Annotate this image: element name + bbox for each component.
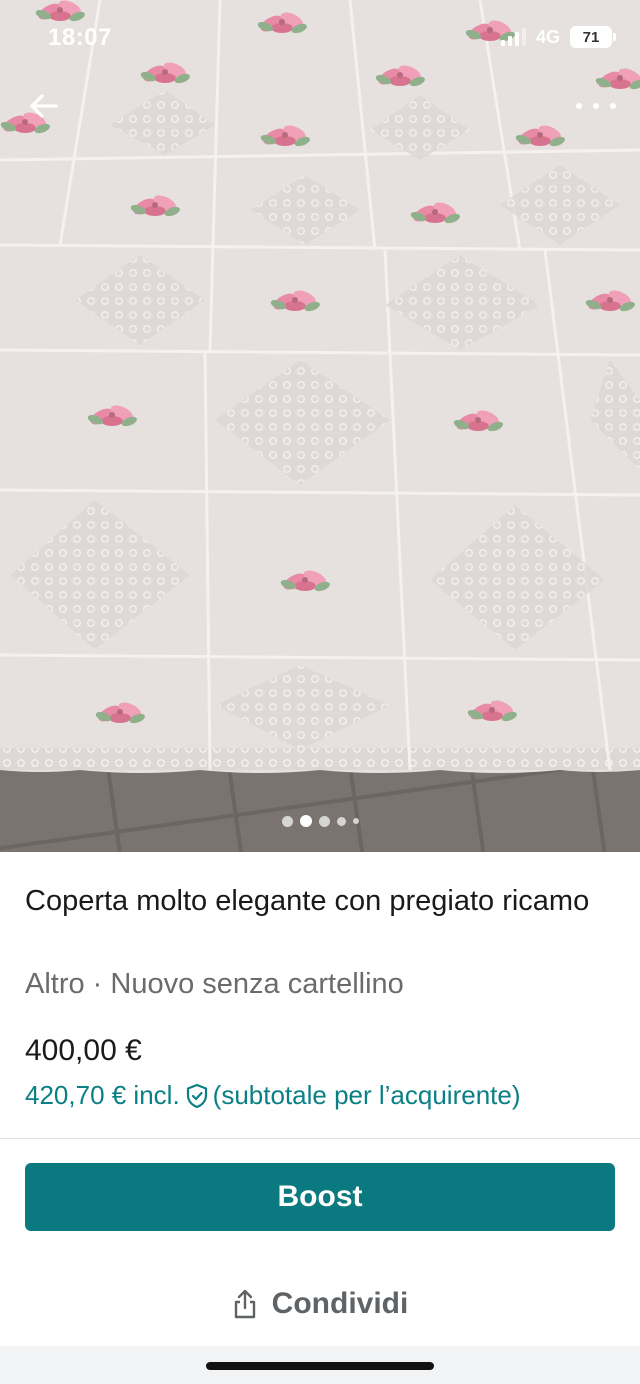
network-type: 4G	[535, 26, 560, 47]
battery-level: 71	[582, 28, 600, 46]
more-horizontal-icon[interactable]	[576, 94, 616, 118]
buyer-price[interactable]: 420,70 € incl. (subtotale per l’acquiren…	[25, 1080, 521, 1111]
buyer-price-value: 420,70 € incl.	[25, 1080, 180, 1110]
item-photo[interactable]	[0, 0, 640, 852]
home-indicator[interactable]	[206, 1362, 434, 1370]
status-indicators: 4G 71	[500, 26, 616, 48]
status-time: 18:07	[48, 24, 112, 51]
share-button[interactable]: Condividi	[0, 1276, 640, 1332]
item-title: Coperta molto elegante con pregiato rica…	[25, 885, 590, 917]
page-dot-active[interactable]	[299, 815, 312, 827]
gallery-pagination	[0, 815, 640, 827]
arrow-left-icon[interactable]	[26, 88, 62, 124]
item-price: 400,00 €	[25, 1034, 142, 1067]
page-dot[interactable]	[352, 818, 359, 824]
status-bar: 18:07 4G 71	[0, 0, 640, 76]
boost-button[interactable]: Boost	[25, 1163, 615, 1231]
shield-check-icon	[186, 1083, 207, 1108]
battery-icon: 71	[570, 26, 616, 48]
item-subtitle[interactable]: Altro · Nuovo senza cartellino	[25, 968, 404, 1001]
share-icon	[234, 1289, 255, 1319]
share-label: Condividi	[271, 1287, 409, 1320]
page-dot[interactable]	[281, 815, 293, 827]
buyer-price-note: (subtotale per l’acquirente)	[212, 1080, 521, 1110]
signal-icon	[500, 28, 526, 46]
page-dot[interactable]	[336, 816, 346, 826]
page-dot[interactable]	[318, 815, 330, 827]
divider	[0, 1138, 640, 1139]
